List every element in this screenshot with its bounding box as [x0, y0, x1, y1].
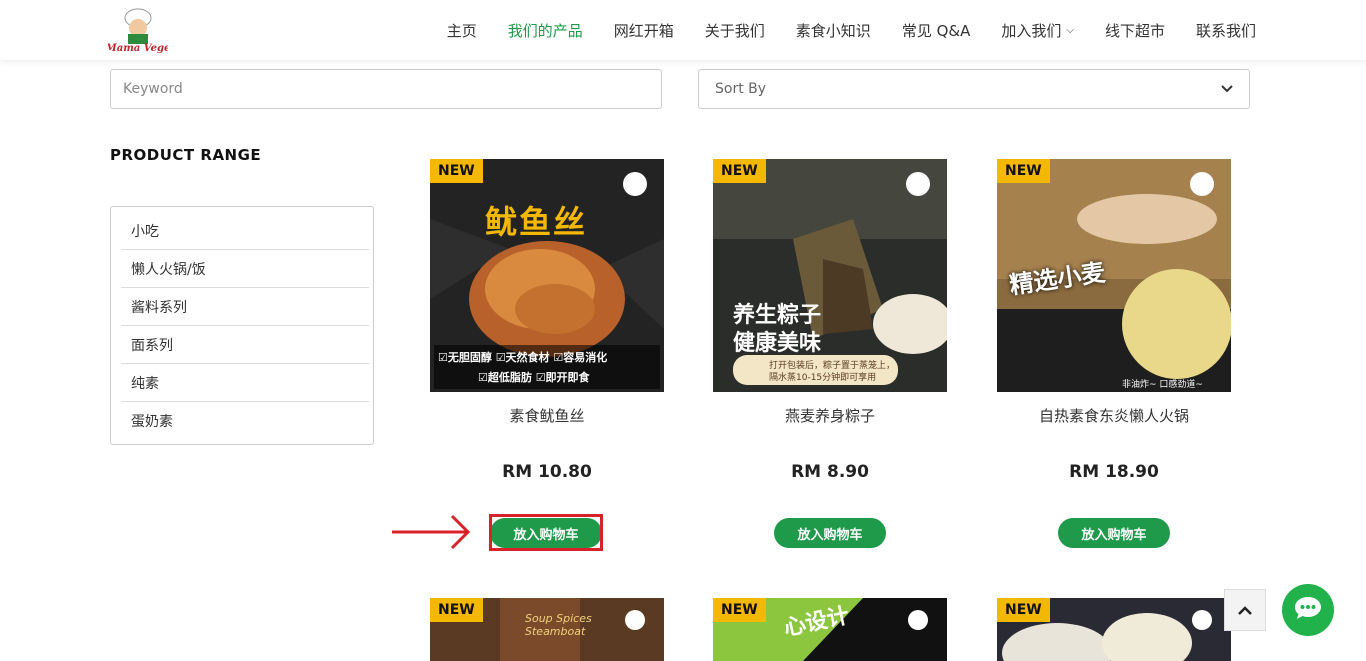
range-item-hotpot-rice[interactable]: 懒人火锅/饭	[121, 250, 369, 288]
product-range-list: 小吃 懒人火锅/饭 酱料系列 面系列 纯素 蛋奶素	[110, 206, 374, 445]
sort-by-value: Sort By	[715, 81, 767, 97]
add-to-cart-button[interactable]: 放入购物车	[774, 518, 886, 548]
product-image[interactable]: NEW 精选小麦 非油炸~ 口感劲道~	[997, 159, 1231, 392]
new-badge: NEW	[430, 598, 483, 622]
nav-contact[interactable]: 联系我们	[1196, 20, 1256, 41]
chat-bubble-icon	[1293, 595, 1323, 625]
chat-button[interactable]	[1282, 584, 1334, 636]
product-image[interactable]: NEW	[997, 598, 1231, 661]
nav-unboxing[interactable]: 网红开箱	[614, 20, 674, 41]
mama-vege-logo[interactable]: Mama Vege	[105, 4, 170, 56]
chevron-down-icon	[1221, 83, 1233, 96]
nav-offline-stores[interactable]: 线下超市	[1105, 20, 1165, 41]
product-price: RM 10.80	[502, 462, 592, 482]
product-image[interactable]: NEW Soup Spices Steamboat	[430, 598, 664, 661]
product-image-caption-1: ☑无胆固醇 ☑天然食材 ☑容易消化	[438, 351, 608, 364]
product-name[interactable]: 自热素食东炎懒人火锅	[997, 405, 1231, 426]
keyword-search-input[interactable]: Keyword	[110, 69, 662, 109]
chevron-down-icon: ⌵	[1066, 24, 1074, 36]
main-nav: 主页 我们的产品 网红开箱 关于我们 素食小知识 常见 Q&A 加入我们 ⌵ 线下…	[416, 0, 1256, 60]
product-image-caption: 非油炸~ 口感劲道~	[1122, 380, 1203, 390]
product-image-caption-2: ☑超低脂肪 ☑即开即食	[478, 371, 590, 384]
new-badge: NEW	[997, 598, 1050, 622]
range-item-noodles[interactable]: 面系列	[121, 326, 369, 364]
product-image-title: Soup Spices Steamboat	[525, 612, 592, 638]
nav-join-us[interactable]: 加入我们 ⌵	[1001, 20, 1074, 41]
range-item-sauces[interactable]: 酱料系列	[121, 288, 369, 326]
nav-products[interactable]: 我们的产品	[508, 20, 583, 41]
product-image-caption-2: 隔水蒸10-15分钟即可享用	[769, 373, 877, 383]
range-item-vegan[interactable]: 纯素	[121, 364, 369, 402]
product-image[interactable]: NEW 养生粽子 健康美味 打开包装后，粽子置于蒸笼上， 隔水蒸10-15分钟即…	[713, 159, 947, 392]
nav-vegan-knowledge[interactable]: 素食小知识	[796, 20, 871, 41]
scroll-to-top-button[interactable]	[1224, 589, 1266, 631]
sort-by-select[interactable]: Sort By	[698, 69, 1250, 109]
product-price: RM 8.90	[791, 462, 869, 482]
nav-join-us-label: 加入我们	[1001, 21, 1062, 40]
nav-faq[interactable]: 常见 Q&A	[902, 20, 971, 41]
product-name[interactable]: 燕麦养身粽子	[713, 405, 947, 426]
chevron-up-icon	[1237, 601, 1253, 620]
new-badge: NEW	[430, 159, 483, 183]
range-item-lacto-ovo[interactable]: 蛋奶素	[121, 402, 369, 440]
product-name[interactable]: 素食鱿鱼丝	[430, 405, 664, 426]
new-badge: NEW	[713, 598, 766, 622]
product-image-subtitle: 健康美味	[733, 331, 822, 356]
nav-home[interactable]: 主页	[447, 20, 477, 41]
new-badge: NEW	[997, 159, 1050, 183]
highlight-box	[489, 514, 603, 551]
new-badge: NEW	[713, 159, 766, 183]
product-image-title: 鱿鱼丝	[485, 203, 588, 241]
add-to-cart-button[interactable]: 放入购物车	[1058, 518, 1170, 548]
arrow-annotation-icon	[390, 512, 472, 556]
range-item-snacks[interactable]: 小吃	[121, 212, 369, 250]
logo-text: Mama Vege	[108, 43, 168, 54]
nav-about[interactable]: 关于我们	[705, 20, 765, 41]
product-range-title: PRODUCT RANGE	[110, 146, 262, 164]
site-header: Mama Vege 主页 我们的产品 网红开箱 关于我们 素食小知识 常见 Q&…	[0, 0, 1366, 60]
product-price: RM 18.90	[1069, 462, 1159, 482]
product-image[interactable]: NEW 鱿鱼丝 ☑无胆固醇 ☑天然食材 ☑容易消化 ☑超低脂肪 ☑即开即食	[430, 159, 664, 392]
product-image[interactable]: NEW 心设计	[713, 598, 947, 661]
